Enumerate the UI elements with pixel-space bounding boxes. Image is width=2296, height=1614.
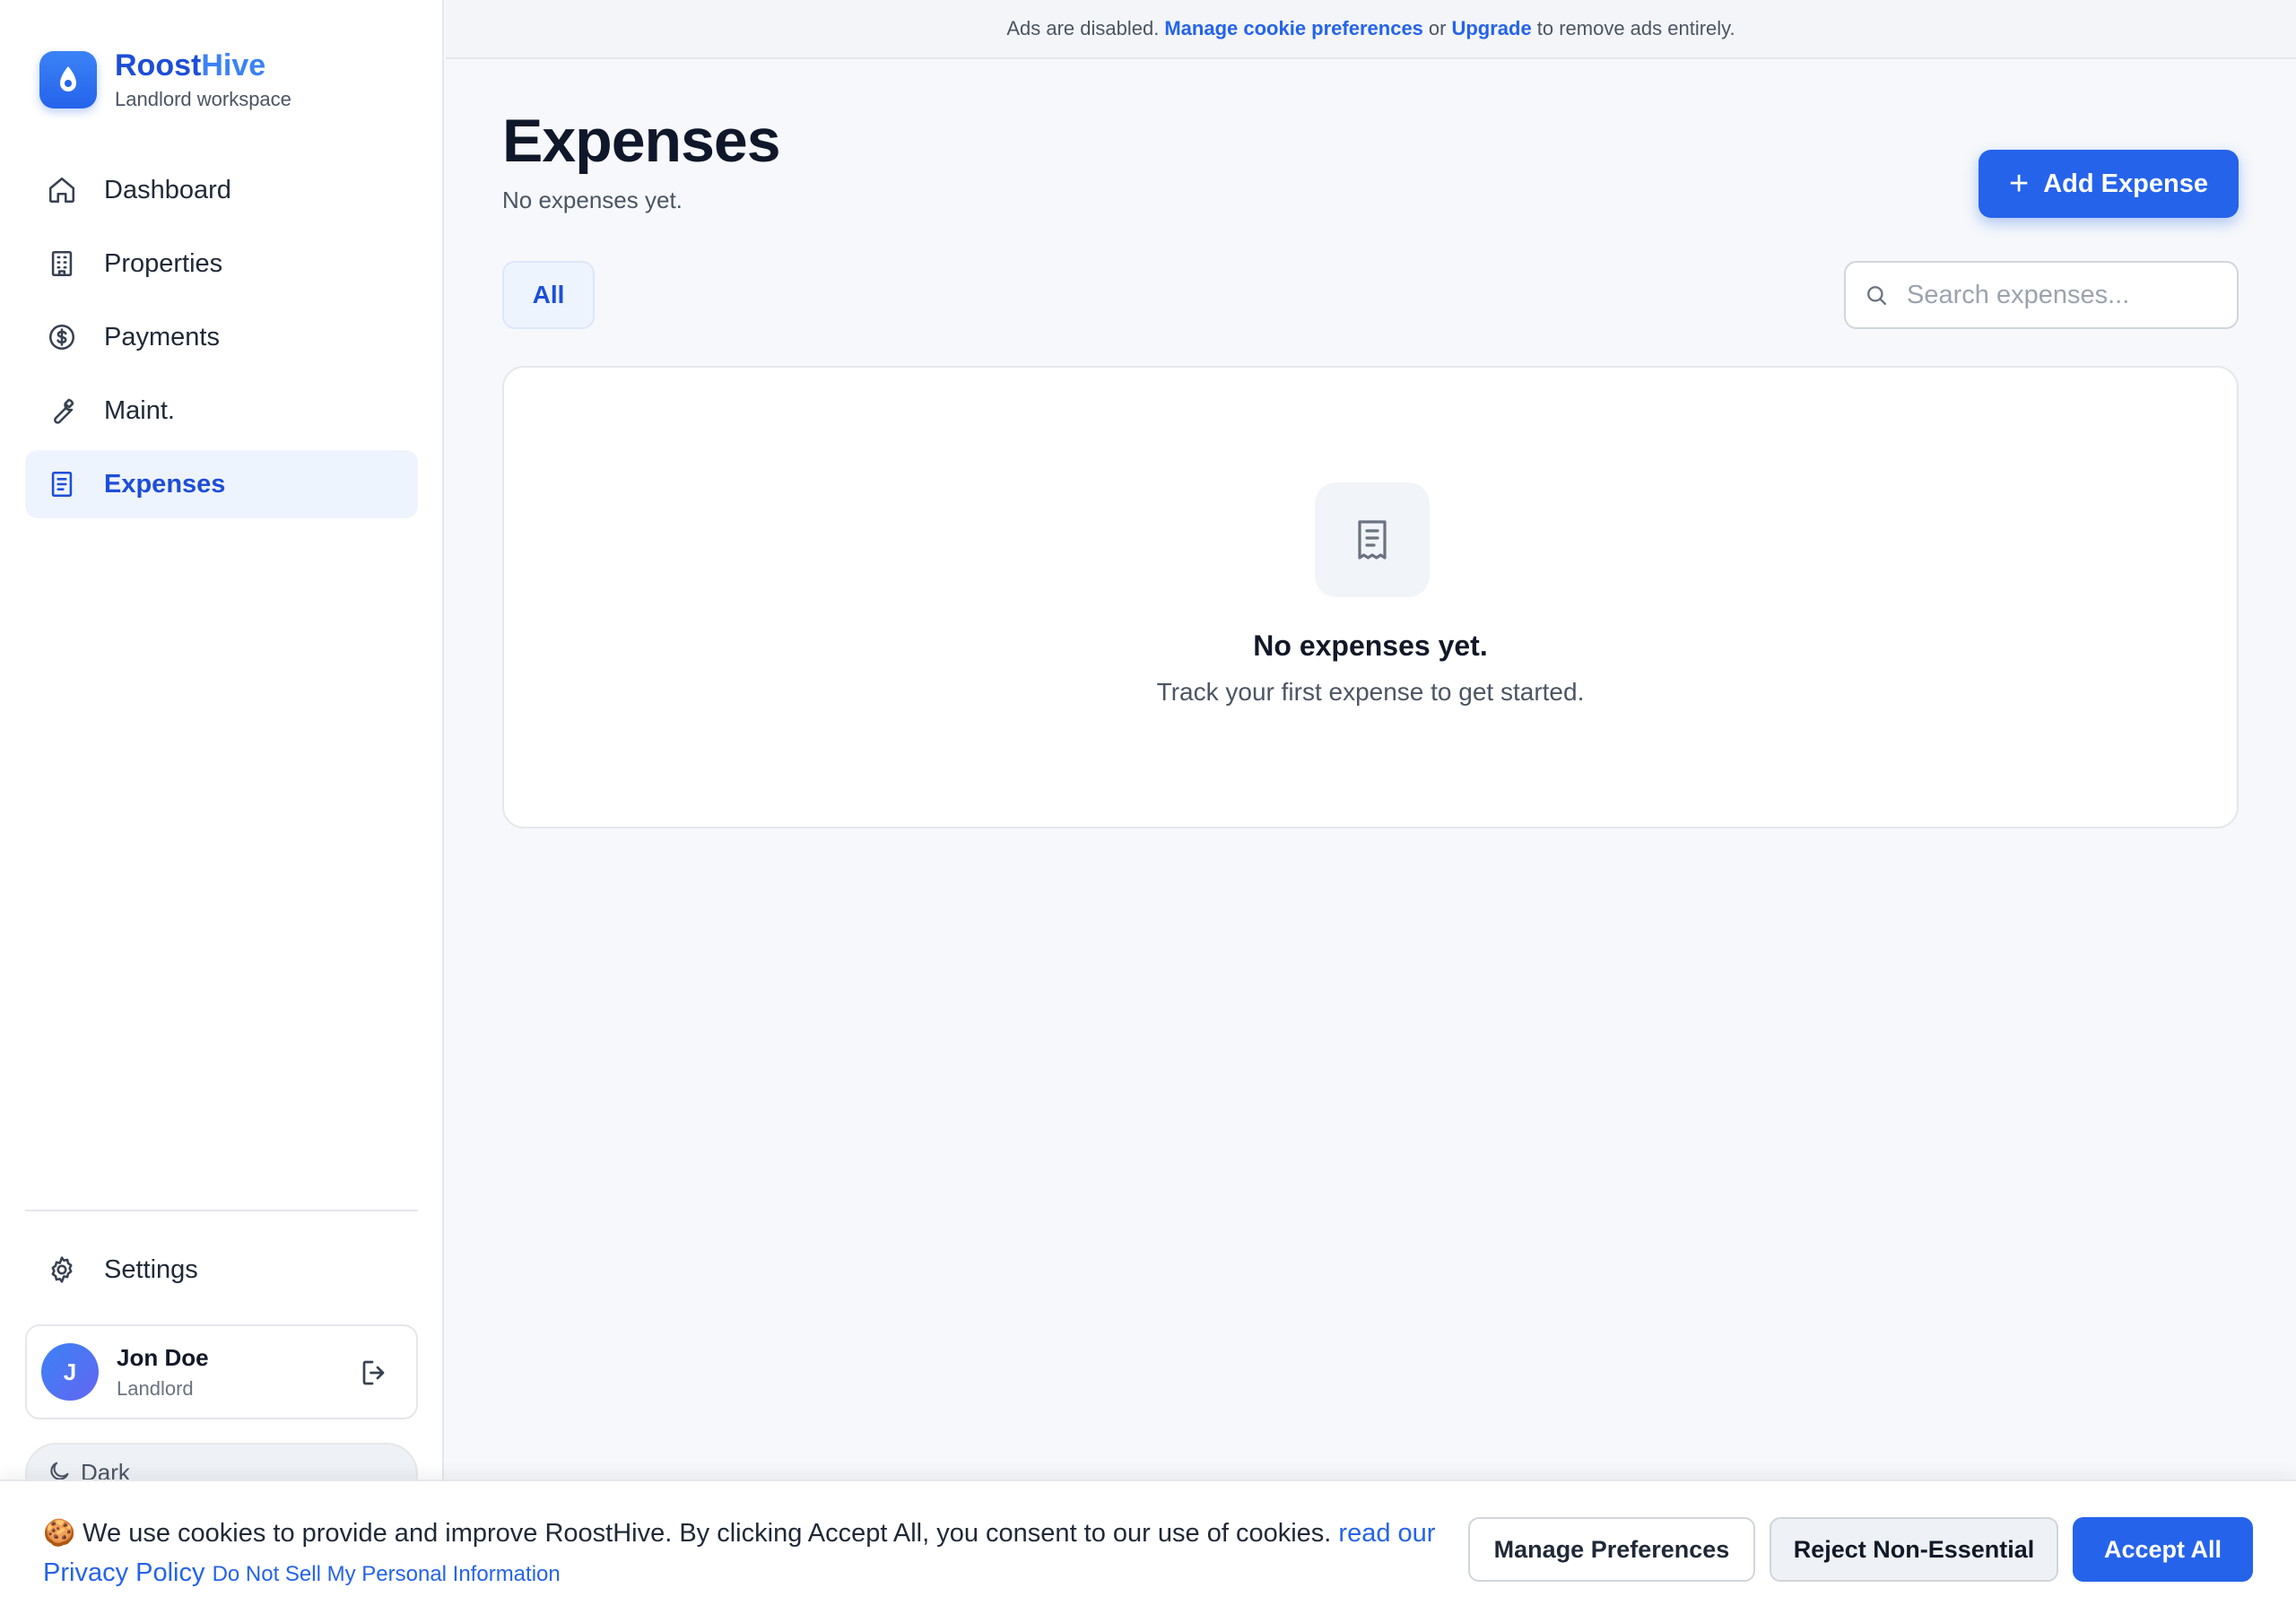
empty-state-subtitle: Track your first expense to get started. <box>1156 678 1585 706</box>
user-role: Landlord <box>117 1376 194 1400</box>
sidebar-divider <box>25 1210 418 1211</box>
logout-icon[interactable] <box>359 1357 391 1389</box>
building-icon <box>51 250 73 277</box>
accept-all-button[interactable]: Accept All <box>2073 1517 2253 1582</box>
sidebar-item-label: Properties <box>104 248 223 278</box>
filter-tab-all[interactable]: All <box>502 261 595 329</box>
brand-name-part2: Hive <box>201 48 266 82</box>
sidebar: RoostHive Landlord workspace Dashboard P… <box>0 0 444 1614</box>
receipt-icon <box>51 471 73 498</box>
search-box[interactable] <box>1844 261 2239 329</box>
brand-name: RoostHive <box>115 48 291 82</box>
search-input[interactable] <box>1907 280 2230 310</box>
empty-state-card: No expenses yet. Track your first expens… <box>502 366 2239 829</box>
dollar-circle-icon <box>48 324 75 351</box>
manage-cookie-preferences-link[interactable]: Manage cookie preferences <box>1164 17 1423 40</box>
sidebar-item-expenses[interactable]: Expenses <box>25 450 418 518</box>
sidebar-item-label: Dashboard <box>104 175 231 204</box>
ad-notice-middle: or <box>1428 17 1447 39</box>
manage-preferences-button[interactable]: Manage Preferences <box>1468 1517 1755 1582</box>
add-expense-label: Add Expense <box>2043 169 2208 198</box>
sidebar-item-label: Maint. <box>104 395 175 425</box>
brand-name-part1: Roost <box>115 48 202 82</box>
cookie-message: 🍪 We use cookies to provide and improve … <box>43 1514 1442 1594</box>
home-icon <box>48 177 75 204</box>
sidebar-item-properties[interactable]: Properties <box>25 230 418 298</box>
cookie-message-text: 🍪 We use cookies to provide and improve … <box>43 1519 1332 1548</box>
wrench-icon <box>54 398 74 424</box>
cookie-banner: 🍪 We use cookies to provide and improve … <box>0 1480 2296 1614</box>
gear-icon <box>51 1256 73 1283</box>
reject-non-essential-button[interactable]: Reject Non-Essential <box>1770 1517 2058 1582</box>
ad-notice-prefix: Ads are disabled. <box>1006 17 1160 39</box>
sidebar-item-payments[interactable]: Payments <box>25 303 418 371</box>
user-card[interactable]: J Jon Doe Landlord <box>25 1324 418 1419</box>
upgrade-link[interactable]: Upgrade <box>1451 17 1531 40</box>
page-title: Expenses <box>502 107 781 175</box>
roosthive-logo-icon <box>39 51 97 108</box>
plus-icon: + <box>2009 165 2030 203</box>
sidebar-item-dashboard[interactable]: Dashboard <box>25 156 418 224</box>
brand[interactable]: RoostHive Landlord workspace <box>39 48 291 111</box>
empty-state-receipt-icon <box>1315 482 1430 597</box>
add-expense-button[interactable]: + Add Expense <box>1979 150 2239 218</box>
sidebar-item-label: Expenses <box>104 469 226 499</box>
ad-notice-bar: Ads are disabled. Manage cookie preferen… <box>446 0 2296 59</box>
sidebar-item-settings-wrap: Settings <box>25 1236 418 1309</box>
sidebar-item-settings[interactable]: Settings <box>25 1236 418 1304</box>
sidebar-nav: Dashboard Properties Payments Maint. Exp… <box>25 156 418 524</box>
do-not-sell-link[interactable]: Do Not Sell My Personal Information <box>213 1562 561 1586</box>
sidebar-item-label: Payments <box>104 322 220 351</box>
ad-notice-suffix: to remove ads entirely. <box>1536 17 1735 39</box>
avatar: J <box>41 1343 99 1401</box>
brand-subtitle: Landlord workspace <box>115 88 291 110</box>
sidebar-item-maintenance[interactable]: Maint. <box>25 377 418 445</box>
sidebar-item-label: Settings <box>104 1254 198 1284</box>
user-name: Jon Doe <box>117 1343 209 1371</box>
empty-state-title: No expenses yet. <box>1253 629 1488 662</box>
search-icon <box>1867 286 1887 306</box>
page-subtitle: No expenses yet. <box>502 187 683 213</box>
